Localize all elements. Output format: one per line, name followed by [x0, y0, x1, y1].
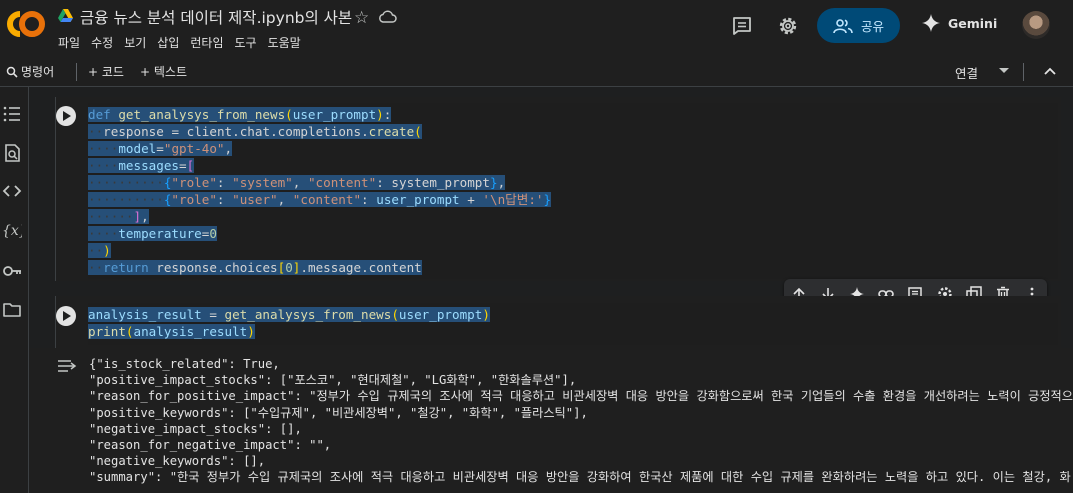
run-cell-button[interactable] — [56, 106, 76, 126]
toolbar-divider — [1023, 63, 1024, 81]
left-sidebar: {x} — [0, 87, 29, 493]
menu-bar: 파일 수정 보기 삽입 런타임 도구 도움말 — [58, 34, 312, 51]
share-label: 공유 — [860, 19, 884, 34]
code-editor[interactable]: analysis_result = get_analysys_from_news… — [88, 303, 1058, 345]
code-editor[interactable]: def get_analysys_from_news(user_prompt):… — [88, 103, 1058, 279]
menu-edit[interactable]: 수정 — [91, 34, 113, 51]
toolbar-divider — [76, 63, 77, 81]
code-line: ··return response.choices[0].message.con… — [88, 260, 422, 275]
chevron-up-icon[interactable] — [1043, 64, 1057, 78]
search-icon — [6, 66, 18, 78]
code-line: analysis_result = get_analysys_from_news… — [88, 307, 490, 322]
menu-file[interactable]: 파일 — [58, 34, 80, 51]
menu-runtime[interactable]: 런타임 — [190, 34, 223, 51]
gemini-label: Gemini — [948, 15, 998, 31]
add-text-button[interactable]: + 텍스트 — [140, 63, 187, 80]
cloud-icon[interactable] — [378, 9, 397, 25]
menu-tools[interactable]: 도구 — [235, 34, 257, 51]
code-line: def get_analysys_from_news(user_prompt): — [88, 107, 392, 122]
code-line: ····messages=[ — [88, 158, 195, 173]
notebook-toolbar: 명령어 + 코드 + 텍스트 연결 — [0, 58, 1073, 87]
cell-output: {"is_stock_related": True, "positive_imp… — [29, 348, 1073, 493]
drive-icon[interactable] — [58, 9, 73, 23]
code-line: ··) — [88, 243, 111, 258]
run-cell-button[interactable] — [56, 306, 76, 326]
variables-icon[interactable]: {x} — [2, 220, 22, 240]
connect-button[interactable]: 연결 — [955, 63, 978, 82]
notebook-title[interactable]: 금융 뉴스 분석 데이터 제작.ipynb의 사본 — [80, 6, 352, 28]
code-line: ··········{"role": "system", "content": … — [88, 175, 506, 190]
folder-icon[interactable] — [2, 300, 22, 320]
output-actions-icon[interactable] — [57, 357, 77, 375]
commands-label: 명령어 — [21, 65, 55, 79]
add-code-button[interactable]: + 코드 — [88, 63, 124, 80]
share-button[interactable]: 공유 — [817, 8, 900, 43]
header: 금융 뉴스 분석 데이터 제작.ipynb의 사본 ☆ 파일 수정 보기 삽입 … — [0, 0, 1073, 58]
settings-icon[interactable] — [777, 15, 799, 37]
output-text: {"is_stock_related": True, "positive_imp… — [89, 357, 1073, 485]
menu-view[interactable]: 보기 — [124, 34, 146, 51]
code-snippets-icon[interactable] — [2, 181, 22, 201]
table-of-contents-icon[interactable] — [2, 104, 22, 124]
gemini-icon — [922, 14, 940, 32]
menu-insert[interactable]: 삽입 — [157, 34, 179, 51]
svg-text:{x}: {x} — [2, 223, 22, 239]
code-line: ····temperature=0 — [88, 226, 217, 241]
code-line: ······], — [88, 209, 149, 224]
colab-logo[interactable] — [6, 8, 46, 40]
chevron-down-icon[interactable] — [999, 68, 1009, 73]
code-line: ··response = client.chat.completions.cre… — [88, 124, 422, 139]
code-line: ··········{"role": "user", "content": us… — [88, 192, 552, 207]
secrets-key-icon[interactable] — [2, 261, 22, 281]
find-icon[interactable] — [2, 143, 22, 163]
avatar[interactable] — [1022, 11, 1050, 39]
code-line: print(analysis_result) — [88, 324, 255, 339]
comment-icon[interactable] — [731, 15, 753, 37]
menu-help[interactable]: 도움말 — [268, 34, 301, 51]
gemini-button[interactable]: Gemini — [922, 14, 997, 32]
command-palette-button[interactable]: 명령어 — [6, 63, 54, 80]
people-icon — [833, 18, 853, 33]
star-icon[interactable]: ☆ — [354, 8, 369, 28]
code-line: ····model="gpt-4o", — [88, 141, 233, 156]
